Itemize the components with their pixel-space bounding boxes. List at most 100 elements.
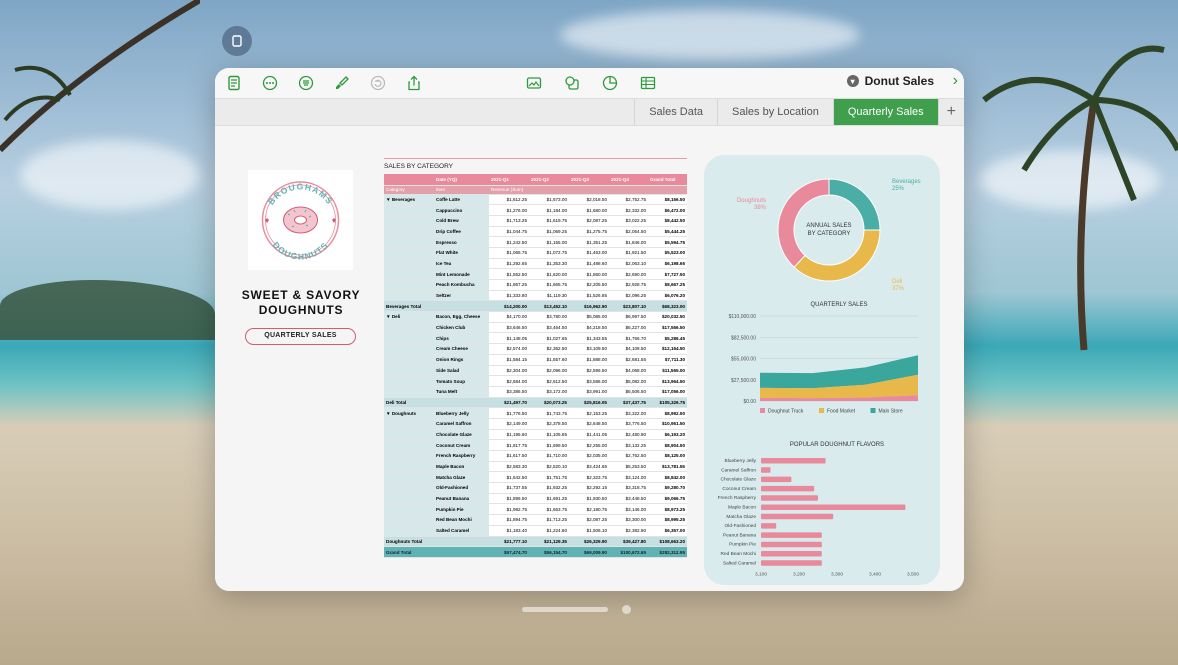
tab-quarterly-sales[interactable]: Quarterly Sales (832, 99, 938, 125)
table-cell[interactable]: $2,596.50 (569, 365, 609, 377)
shape-icon[interactable] (563, 74, 581, 92)
table-cell[interactable] (434, 300, 489, 313)
table-cell[interactable]: $1,276.00 (489, 204, 529, 216)
table-cell[interactable] (384, 429, 434, 441)
table-cell[interactable]: $21,497.70 (489, 397, 529, 409)
table-cell[interactable]: $1,663.75 (529, 503, 569, 516)
table-cell[interactable]: $3,424.65 (569, 461, 609, 473)
table-cell[interactable]: $17,056.00 (648, 386, 687, 398)
table-cell[interactable]: $2,323.75 (569, 471, 609, 484)
table-cell[interactable] (384, 493, 434, 505)
table-cell[interactable]: $1,817.75 (489, 439, 529, 451)
table-cell[interactable]: $3,646.50 (489, 322, 529, 334)
table-cell[interactable]: Grand Total (648, 174, 687, 186)
table-cell[interactable]: Bacon, Egg, Cheese (434, 311, 489, 323)
table-cell[interactable]: $5,523.00 (648, 247, 687, 259)
table-cell[interactable]: $8,125.00 (648, 450, 687, 462)
table-cell[interactable]: $1,148.05 (489, 332, 529, 345)
table-cell[interactable] (384, 174, 434, 186)
table-cell[interactable]: $13,781.55 (648, 461, 687, 473)
table-cell[interactable]: $1,573.00 (529, 194, 569, 206)
table-cell[interactable]: $10,951.50 (648, 418, 687, 430)
table-cell[interactable]: $6,198.65 (648, 258, 687, 270)
table-cell[interactable]: $8,995.25 (648, 514, 687, 526)
table-cell[interactable]: $13,452.10 (529, 300, 569, 313)
table-cell[interactable]: $1,065.75 (489, 247, 529, 259)
table-cell[interactable]: $1,888.00 (569, 354, 609, 366)
table-cell[interactable]: $2,087.25 (569, 514, 609, 526)
table-cell[interactable]: $100,672.65 (609, 546, 648, 558)
table-cell[interactable]: $2,681.55 (609, 354, 648, 366)
table-cell[interactable]: $20,032.50 (648, 311, 687, 323)
table-cell[interactable]: $2,480.90 (609, 429, 648, 441)
table-cell[interactable] (384, 525, 434, 537)
table-cell[interactable]: Item (434, 185, 489, 195)
table-cell[interactable]: Ice Tea (434, 258, 489, 270)
table-cell[interactable] (569, 185, 609, 195)
table-cell[interactable]: $1,557.60 (529, 354, 569, 366)
table-cell[interactable]: $2,332.00 (609, 204, 648, 216)
table-cell[interactable]: $17,556.50 (648, 322, 687, 334)
tab-sales-data[interactable]: Sales Data (634, 99, 717, 125)
table-cell[interactable]: $1,713.25 (489, 215, 529, 227)
table-cell[interactable]: $9,280.70 (648, 482, 687, 494)
table-cell[interactable] (384, 354, 434, 366)
table-cell[interactable]: $2,362.50 (529, 343, 569, 355)
table-cell[interactable]: $1,860.00 (569, 268, 609, 280)
table-cell[interactable]: $3,109.50 (569, 343, 609, 355)
table-cell[interactable]: 2021-Q2 (529, 174, 569, 186)
table-cell[interactable]: $1,343.55 (569, 332, 609, 345)
window-grabber[interactable] (522, 607, 608, 612)
table-cell[interactable]: $5,594.75 (648, 236, 687, 248)
table-cell[interactable] (384, 503, 434, 516)
brush-icon[interactable] (333, 74, 351, 92)
table-cell[interactable]: $1,665.75 (529, 279, 569, 291)
table-cell[interactable] (529, 185, 569, 195)
table-cell[interactable]: $1,242.50 (489, 236, 529, 248)
table-cell[interactable]: $3,776.50 (609, 418, 648, 430)
close-dot[interactable] (622, 605, 631, 614)
table-cell[interactable]: $1,896.50 (489, 493, 529, 505)
table-cell[interactable]: $68,323.00 (648, 300, 687, 313)
table-cell[interactable]: $25,816.05 (569, 397, 609, 409)
table-icon[interactable] (639, 74, 657, 92)
table-cell[interactable]: $1,353.30 (529, 258, 569, 270)
table-cell[interactable]: 2021-Q3 (569, 174, 609, 186)
table-cell[interactable]: $3,146.00 (609, 503, 648, 516)
table-cell[interactable]: ▼ Doughnuts (384, 407, 434, 419)
table-cell[interactable]: $4,108.50 (609, 343, 648, 355)
table-cell[interactable]: $8,904.50 (648, 439, 687, 451)
table-cell[interactable] (384, 482, 434, 494)
table-cell[interactable]: $1,105.65 (529, 429, 569, 441)
table-cell[interactable]: Caramel Saffron (434, 418, 489, 430)
table-cell[interactable] (384, 418, 434, 430)
table-cell[interactable]: $2,035.00 (569, 450, 609, 462)
table-cell[interactable]: Espresso (434, 236, 489, 248)
table-cell[interactable]: $1,119.30 (529, 290, 569, 302)
table-cell[interactable]: Matcha Glaze (434, 471, 489, 484)
table-cell[interactable]: Coffe Latte (434, 194, 489, 206)
table-cell[interactable]: $23,807.10 (609, 300, 648, 313)
table-cell[interactable]: Cream Cheese (434, 343, 489, 355)
table-cell[interactable]: $1,930.50 (569, 493, 609, 505)
table-cell[interactable]: Chips (434, 332, 489, 345)
table-cell[interactable]: $2,205.50 (569, 279, 609, 291)
table-cell[interactable]: $1,044.75 (489, 226, 529, 238)
table-cell[interactable]: $2,520.10 (529, 461, 569, 473)
table-cell[interactable]: $6,472.00 (648, 204, 687, 216)
more-icon[interactable] (261, 74, 279, 92)
table-cell[interactable]: $2,292.15 (569, 482, 609, 494)
table-cell[interactable]: $8,156.50 (648, 194, 687, 206)
table-cell[interactable]: $2,378.50 (529, 418, 569, 430)
table-cell[interactable] (384, 279, 434, 291)
table-cell[interactable]: $2,149.00 (489, 418, 529, 430)
table-cell[interactable]: $1,195.60 (489, 429, 529, 441)
table-cell[interactable]: $12,154.50 (648, 343, 687, 355)
table-cell[interactable]: $6,076.20 (648, 290, 687, 302)
table-cell[interactable]: Tomato Soup (434, 375, 489, 387)
table-cell[interactable]: $1,766.70 (609, 332, 648, 345)
table-cell[interactable]: Doughnuts Total (384, 536, 434, 548)
table-cell[interactable]: Blueberry Jelly (434, 407, 489, 419)
table-cell[interactable]: $2,255.00 (569, 439, 609, 451)
table-cell[interactable]: $3,386.50 (489, 386, 529, 398)
